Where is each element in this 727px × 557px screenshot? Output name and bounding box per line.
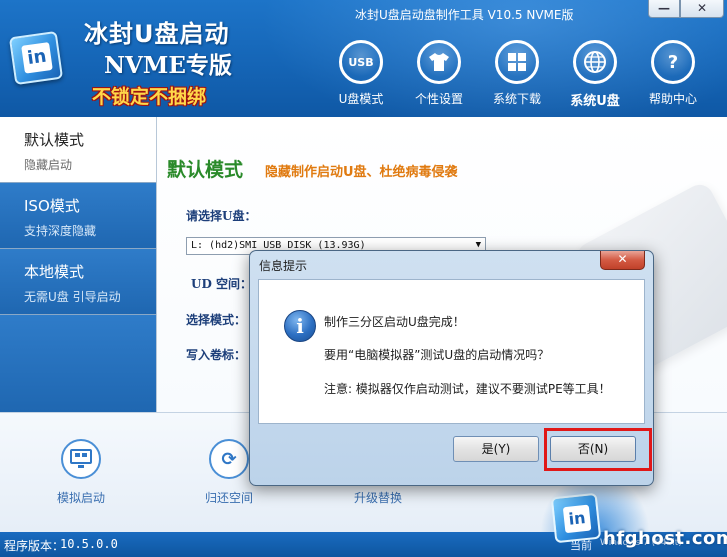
usb-icon: USB — [339, 40, 383, 84]
logo-in-icon: in — [21, 42, 53, 74]
tool-label: 系统下载 — [492, 92, 541, 106]
sidebar-item-local-mode[interactable]: 本地模式 无需U盘 引导启动 — [0, 249, 156, 315]
volume-label: 写入卷标： — [186, 348, 247, 362]
version-label: 程序版本： — [4, 539, 65, 553]
app-header: in 冰封U盘启动 NVME专版 不锁定不捆绑 冰封U盘启动盘制作工具 V10.… — [0, 0, 727, 117]
tool-system-download[interactable]: 系统下载 — [478, 40, 556, 109]
page-title: 默认模式 — [167, 159, 244, 181]
window-title: 冰封U盘启动盘制作工具 V10.5 NVME版 — [355, 8, 574, 22]
sidebar-item-subtitle: 隐藏启动 — [24, 158, 73, 172]
dialog-message-1: 制作三分区启动U盘完成！ — [324, 315, 465, 329]
help-icon: ? — [651, 40, 695, 84]
tool-label: U盘模式 — [338, 92, 384, 106]
upgrade-label: 升级替换 — [353, 491, 402, 505]
tool-usb-mode[interactable]: USB U盘模式 — [322, 40, 400, 109]
tool-label: 系统U盘 — [570, 94, 620, 109]
sidebar-item-title: 默认模式 — [24, 131, 85, 149]
sim-boot-button[interactable]: 模拟启动 — [36, 439, 126, 506]
ud-space-label: UD 空间： — [191, 277, 253, 291]
yes-button[interactable]: 是(Y) — [453, 436, 539, 462]
restore-space-label: 归还空间 — [204, 491, 253, 505]
tool-system-usb[interactable]: 系统U盘 — [556, 40, 634, 109]
sidebar-filler — [0, 315, 156, 412]
close-button[interactable]: ✕ — [680, 0, 724, 18]
app-logo: in — [6, 28, 66, 90]
globe-icon — [573, 40, 617, 84]
brand-slogan: 不锁定不捆绑 — [92, 86, 207, 108]
tool-label: 个性设置 — [414, 92, 463, 106]
sidebar-item-title: ISO模式 — [24, 197, 80, 215]
brand-title: 冰封U盘启动 — [84, 20, 230, 48]
main-toolbar: USB U盘模式 个性设置 系统下载 系统U盘 ? 帮助中心 — [322, 40, 712, 109]
windows-icon — [495, 40, 539, 84]
sidebar-item-title: 本地模式 — [24, 263, 85, 281]
sidebar-item-subtitle: 支持深度隐藏 — [24, 224, 97, 238]
minimize-button[interactable]: — — [648, 0, 680, 18]
mode-sidebar: 默认模式 隐藏启动 ISO模式 支持深度隐藏 本地模式 无需U盘 引导启动 — [0, 117, 157, 412]
select-drive-label: 请选择U盘： — [186, 209, 257, 223]
monitor-icon — [61, 439, 101, 479]
dialog-body: i 制作三分区启动U盘完成！ 要用“电脑模拟器”测试U盘的启动情况吗？ 注意: … — [258, 279, 645, 424]
dialog-title: 信息提示 — [259, 259, 308, 273]
sim-boot-label: 模拟启动 — [56, 491, 105, 505]
tshirt-icon — [417, 40, 461, 84]
sidebar-item-iso-mode[interactable]: ISO模式 支持深度隐藏 — [0, 183, 156, 249]
dialog-close-button[interactable]: ✕ — [600, 251, 645, 270]
tool-label: 帮助中心 — [648, 92, 697, 106]
chevron-down-icon: ▼ — [475, 240, 481, 250]
no-button-highlight — [544, 428, 652, 471]
page-description: 隐藏制作启动U盘、杜绝病毒侵袭 — [265, 165, 458, 180]
info-icon: i — [284, 310, 316, 342]
dialog-message-3: 注意: 模拟器仅作启动测试，建议不要测试PE等工具！ — [324, 382, 611, 396]
watermark-logo: in — [550, 492, 602, 544]
version-value: 10.5.0.0 — [60, 537, 118, 551]
dialog-message-2: 要用“电脑模拟器”测试U盘的启动情况吗？ — [324, 348, 550, 362]
sidebar-item-subtitle: 无需U盘 引导启动 — [24, 290, 121, 304]
tool-personalize[interactable]: 个性设置 — [400, 40, 478, 109]
mode-label: 选择模式： — [186, 313, 247, 327]
brand-subtitle: NVME专版 — [104, 52, 232, 79]
logo-in-icon: in — [562, 504, 592, 534]
tool-help-center[interactable]: ? 帮助中心 — [634, 40, 712, 109]
sidebar-item-default-mode[interactable]: 默认模式 隐藏启动 — [0, 117, 156, 183]
refresh-icon: ⟳ — [209, 439, 249, 479]
watermark-text: hfghost.com — [603, 528, 727, 549]
